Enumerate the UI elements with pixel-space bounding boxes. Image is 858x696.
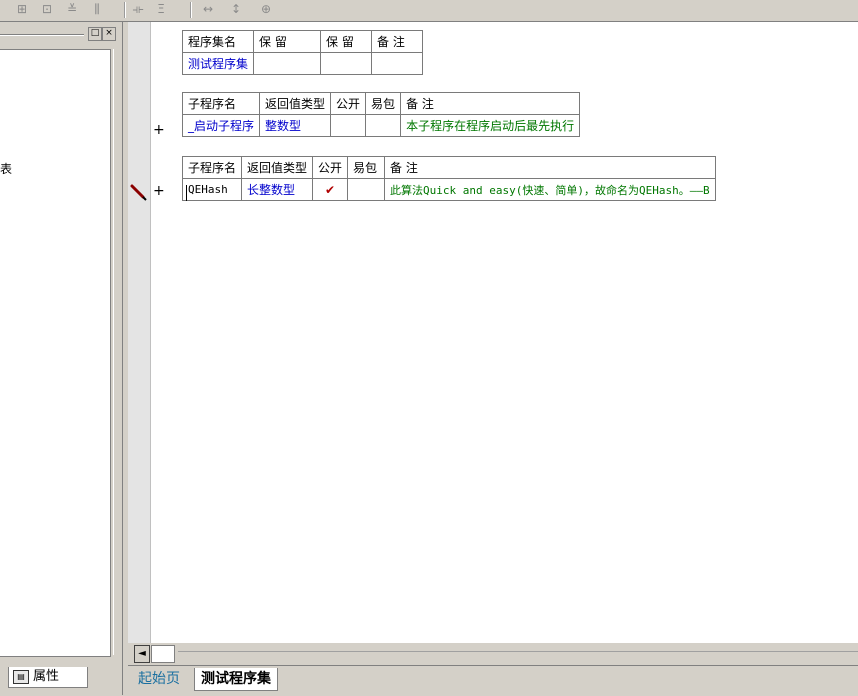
expand-plus-icon[interactable]: + xyxy=(153,122,165,138)
table-row[interactable]: _启动子程序 整数型 本子程序在程序启动后最先执行 xyxy=(181,114,581,137)
assembly-table: 程序集名 保 留 保 留 备 注 测试程序集 xyxy=(181,30,424,75)
comment-cell[interactable]: 此算法Quick and easy(快速、简单)，故命名为QEHash。——B xyxy=(384,178,716,201)
return-type-cell[interactable]: 长整数型 xyxy=(241,178,314,201)
left-panel-titlebar: □ × xyxy=(0,27,118,43)
text-caret xyxy=(186,185,187,201)
table-header-cell: 程序集名 xyxy=(181,30,255,53)
tab-test-assembly[interactable]: 测试程序集 xyxy=(194,668,278,691)
size-icon[interactable]: ⊕ xyxy=(258,2,274,17)
public-cell[interactable] xyxy=(330,114,367,137)
align-left-icon[interactable]: ⊞ xyxy=(14,2,30,17)
align-right-icon[interactable]: ≚ xyxy=(64,2,80,17)
public-checkmark[interactable]: ✔ xyxy=(312,178,349,201)
table-cell[interactable] xyxy=(320,52,373,75)
table-header-row: 程序集名 保 留 保 留 备 注 xyxy=(181,30,424,53)
panel-tabs: ▤ 属性 xyxy=(0,665,124,695)
space-horizontal-icon[interactable]: ⟛ xyxy=(130,2,146,17)
editor-gutter xyxy=(128,22,151,643)
tree-scrollbar[interactable] xyxy=(113,49,121,655)
align-justify-icon[interactable]: ⫼ xyxy=(89,2,105,17)
project-tree[interactable]: 表 xyxy=(0,49,111,657)
easy-pack-cell[interactable] xyxy=(347,178,386,201)
assembly-name-cell[interactable]: 测试程序集 xyxy=(181,52,255,75)
subroutine-table: 子程序名 返回值类型 公开 易包 备 注 QEHash 长整数型 ✔ 此算法Qu… xyxy=(181,156,716,201)
titlebar-grip xyxy=(0,34,84,36)
scroll-track[interactable] xyxy=(178,651,858,652)
table-header-cell: 易包 xyxy=(365,92,402,115)
table-row[interactable]: QEHash 长整数型 ✔ 此算法Quick and easy(快速、简单)，故… xyxy=(181,178,716,201)
table-header-cell: 备 注 xyxy=(384,156,716,179)
subroutine-name-cell[interactable]: _启动子程序 xyxy=(181,114,261,137)
table-cell[interactable] xyxy=(253,52,322,75)
restore-icon[interactable]: □ xyxy=(88,27,102,41)
properties-tab[interactable]: ▤ 属性 xyxy=(8,667,88,688)
close-icon[interactable]: × xyxy=(102,27,116,41)
table-header-cell: 返回值类型 xyxy=(259,92,332,115)
alignment-toolbar: ⊞ ⊡ ≚ ⫼ ⟛ Ξ ↔ ↕ ⊕ xyxy=(0,0,858,22)
toolbar-separator xyxy=(124,2,126,18)
table-header-row: 子程序名 返回值类型 公开 易包 备 注 xyxy=(181,156,716,179)
document-tabbar: 起始页 测试程序集 xyxy=(128,665,858,696)
subroutine-table: 子程序名 返回值类型 公开 易包 备 注 _启动子程序 整数型 本子程序在程序启… xyxy=(181,92,581,137)
subroutine-name-cell[interactable]: QEHash xyxy=(181,178,243,201)
tab-start-page[interactable]: 起始页 xyxy=(132,668,186,690)
properties-icon: ▤ xyxy=(13,670,29,684)
table-header-cell: 易包 xyxy=(347,156,386,179)
table-header-cell: 子程序名 xyxy=(181,156,243,179)
table-header-cell: 公开 xyxy=(312,156,349,179)
return-type-cell[interactable]: 整数型 xyxy=(259,114,332,137)
scroll-left-button[interactable]: ◄ xyxy=(134,645,150,663)
table-header-cell: 备 注 xyxy=(371,30,424,53)
table-header-cell: 返回值类型 xyxy=(241,156,314,179)
properties-tab-label: 属性 xyxy=(33,669,60,684)
table-header-cell: 保 留 xyxy=(320,30,373,53)
toolbar-separator xyxy=(190,2,192,18)
table-header-row: 子程序名 返回值类型 公开 易包 备 注 xyxy=(181,92,581,115)
table-row[interactable]: 测试程序集 xyxy=(181,52,424,75)
easy-pack-cell[interactable] xyxy=(365,114,402,137)
table-header-cell: 保 留 xyxy=(253,30,322,53)
table-header-cell: 子程序名 xyxy=(181,92,261,115)
horizontal-scrollbar[interactable]: ◄ xyxy=(128,643,858,665)
table-header-cell: 公开 xyxy=(330,92,367,115)
width-icon[interactable]: ↔ xyxy=(200,2,216,17)
table-cell[interactable] xyxy=(371,52,424,75)
align-center-icon[interactable]: ⊡ xyxy=(39,2,55,17)
tree-item-fragment[interactable]: 表 xyxy=(0,160,12,177)
space-vertical-icon[interactable]: Ξ xyxy=(153,2,169,17)
table-header-cell: 备 注 xyxy=(400,92,581,115)
pencil-icon xyxy=(130,184,147,201)
left-panel: □ × 表 xyxy=(0,22,122,665)
height-icon[interactable]: ↕ xyxy=(228,2,244,17)
code-editor[interactable]: 程序集名 保 留 保 留 备 注 测试程序集 + 子程序名 返回值类型 公开 易… xyxy=(128,22,858,643)
expand-plus-icon[interactable]: + xyxy=(153,183,165,199)
scroll-thumb[interactable] xyxy=(151,645,175,663)
comment-cell[interactable]: 本子程序在程序启动后最先执行 xyxy=(400,114,581,137)
